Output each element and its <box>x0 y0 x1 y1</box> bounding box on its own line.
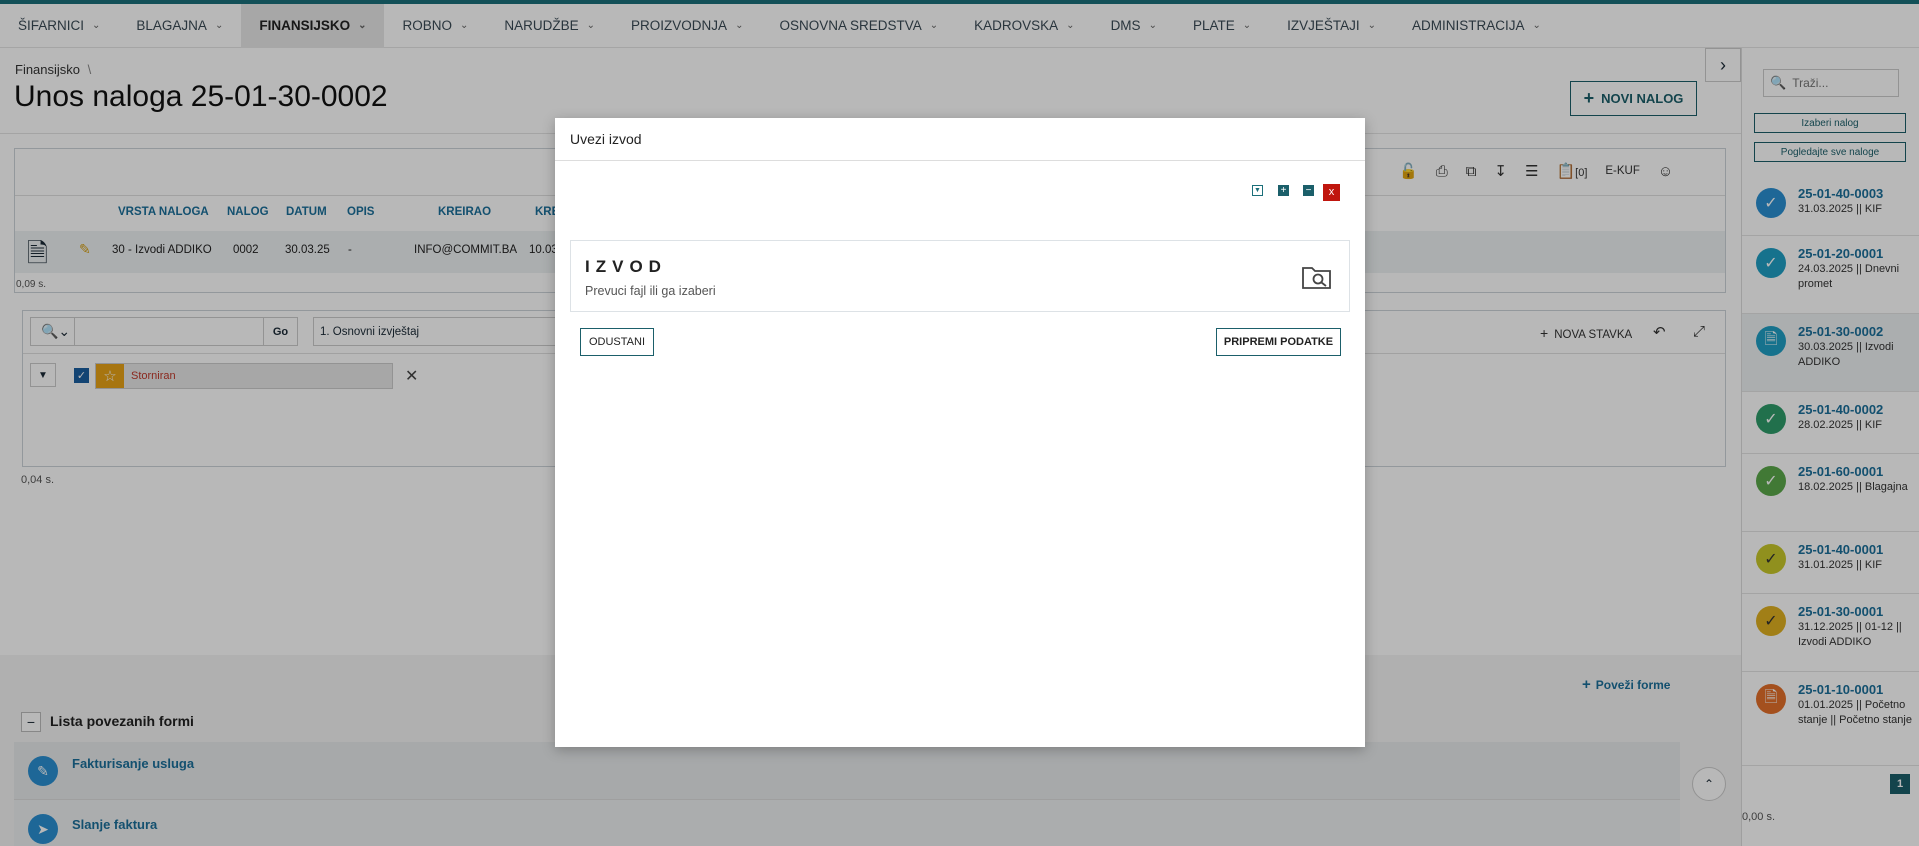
modal-title: Uvezi izvod <box>570 131 642 147</box>
collapse-minus-icon[interactable]: − <box>1303 185 1314 196</box>
pripremi-podatke-button[interactable]: PRIPREMI PODATKE <box>1216 328 1341 356</box>
odustani-button[interactable]: ODUSTANI <box>580 328 654 356</box>
dropdown-icon[interactable]: ▼ <box>1252 185 1263 196</box>
expand-plus-icon[interactable]: + <box>1278 185 1289 196</box>
divider <box>555 160 1365 161</box>
folder-search-icon <box>1302 267 1331 289</box>
modal-close-button[interactable]: x <box>1323 184 1340 201</box>
dropzone-subtitle: Prevuci fajl ili ga izaberi <box>585 284 716 298</box>
uvezi-izvod-modal: Uvezi izvod ▼ + − x IZVOD Prevuci fajl i… <box>555 118 1365 747</box>
file-dropzone[interactable]: IZVOD Prevuci fajl ili ga izaberi <box>570 240 1350 312</box>
dropzone-title: IZVOD <box>585 257 667 276</box>
